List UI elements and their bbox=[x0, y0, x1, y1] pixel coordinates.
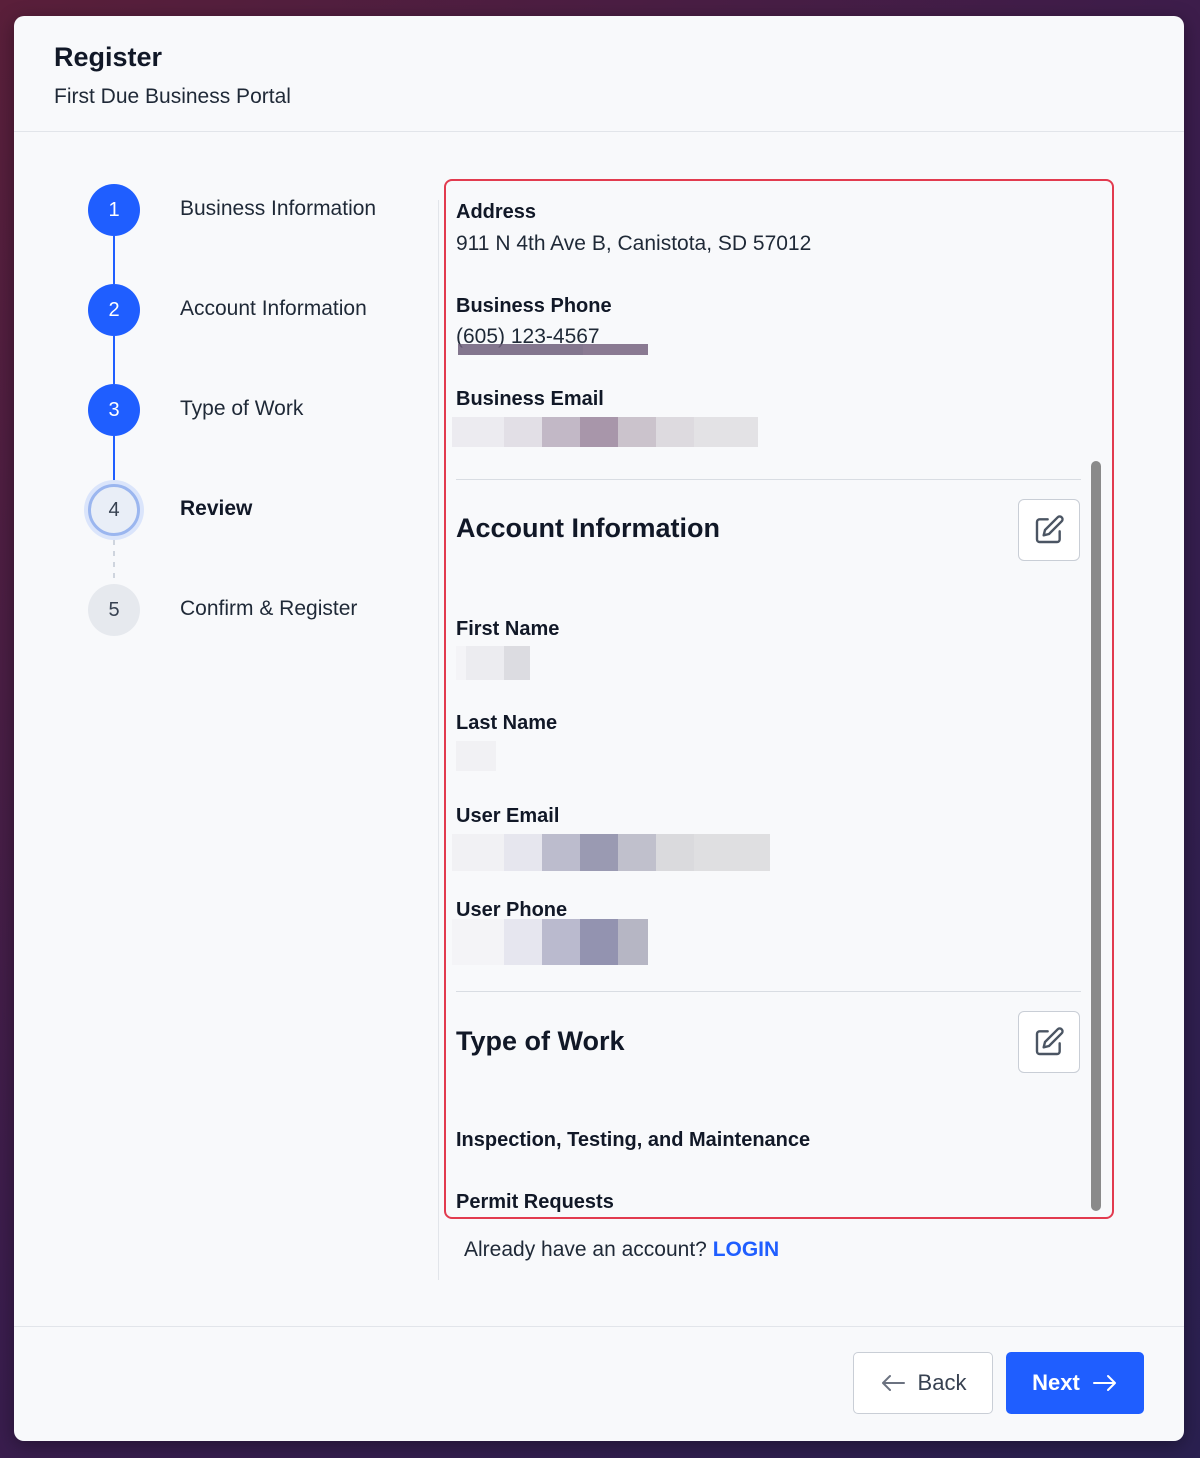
next-button-label: Next bbox=[1032, 1370, 1080, 1395]
step-number: 3 bbox=[88, 384, 140, 436]
last-name-label: Last Name bbox=[456, 712, 558, 734]
redacted-phone-overlay bbox=[458, 344, 648, 355]
step-label: Confirm & Register bbox=[180, 597, 358, 620]
step-review[interactable]: 4 Review bbox=[88, 484, 418, 536]
edit-type-of-work-button[interactable] bbox=[1018, 1011, 1080, 1073]
step-connector bbox=[113, 436, 115, 484]
arrow-right-icon bbox=[1092, 1375, 1116, 1391]
business-phone-label: Business Phone bbox=[456, 295, 612, 317]
step-number: 1 bbox=[88, 184, 140, 236]
redacted-user-email bbox=[452, 834, 770, 871]
user-email-label: User Email bbox=[456, 805, 560, 827]
column-divider bbox=[438, 200, 439, 1280]
business-email-label: Business Email bbox=[456, 388, 604, 410]
edit-icon bbox=[1035, 1027, 1064, 1056]
edit-account-button[interactable] bbox=[1018, 499, 1080, 561]
review-scrollbar[interactable] bbox=[1091, 461, 1101, 1211]
step-label: Business Information bbox=[180, 197, 377, 220]
address-value: 911 N 4th Ave B, Canistota, SD 57012 bbox=[456, 232, 812, 255]
step-connector bbox=[113, 336, 115, 384]
step-connector-pending bbox=[113, 540, 115, 582]
step-account-information[interactable]: 2 Account Information bbox=[88, 284, 418, 336]
redacted-user-phone bbox=[452, 919, 648, 965]
modal-header: Register First Due Business Portal bbox=[14, 16, 1184, 132]
login-prompt: Already have an account? bbox=[464, 1238, 707, 1261]
step-label: Review bbox=[180, 497, 253, 520]
account-section-title: Account Information bbox=[456, 513, 720, 543]
footer-divider bbox=[14, 1326, 1184, 1327]
login-prompt-row: Already have an account? LOGIN bbox=[464, 1238, 779, 1262]
redacted-business-email bbox=[452, 417, 758, 447]
back-button-label: Back bbox=[917, 1370, 967, 1395]
next-button[interactable]: Next bbox=[1006, 1352, 1144, 1414]
register-modal: Register First Due Business Portal 1 Bus… bbox=[14, 16, 1184, 1441]
step-number: 2 bbox=[88, 284, 140, 336]
section-divider bbox=[456, 479, 1081, 480]
review-panel[interactable]: Address 911 N 4th Ave B, Canistota, SD 5… bbox=[444, 179, 1114, 1219]
step-type-of-work[interactable]: 3 Type of Work bbox=[88, 384, 418, 436]
redacted-last-name bbox=[456, 741, 496, 771]
page-subtitle: First Due Business Portal bbox=[54, 85, 291, 108]
type-of-work-section-title: Type of Work bbox=[456, 1026, 625, 1056]
step-label: Type of Work bbox=[180, 397, 304, 420]
edit-icon bbox=[1035, 515, 1064, 544]
redacted-first-name bbox=[456, 646, 530, 680]
step-label: Account Information bbox=[180, 297, 367, 320]
section-divider bbox=[456, 991, 1081, 992]
step-number: 5 bbox=[88, 584, 140, 636]
step-business-information[interactable]: 1 Business Information bbox=[88, 184, 418, 236]
step-number: 4 bbox=[88, 484, 140, 536]
work-type-item: Permit Requests bbox=[456, 1191, 614, 1213]
address-label: Address bbox=[456, 201, 537, 223]
work-type-item: Inspection, Testing, and Maintenance bbox=[456, 1129, 811, 1151]
step-confirm-register[interactable]: 5 Confirm & Register bbox=[88, 584, 418, 636]
step-connector bbox=[113, 236, 115, 284]
login-link[interactable]: LOGIN bbox=[713, 1238, 780, 1261]
back-button[interactable]: Back bbox=[853, 1352, 993, 1414]
first-name-label: First Name bbox=[456, 618, 560, 640]
page-title: Register bbox=[54, 42, 163, 72]
arrow-left-icon bbox=[881, 1375, 905, 1391]
